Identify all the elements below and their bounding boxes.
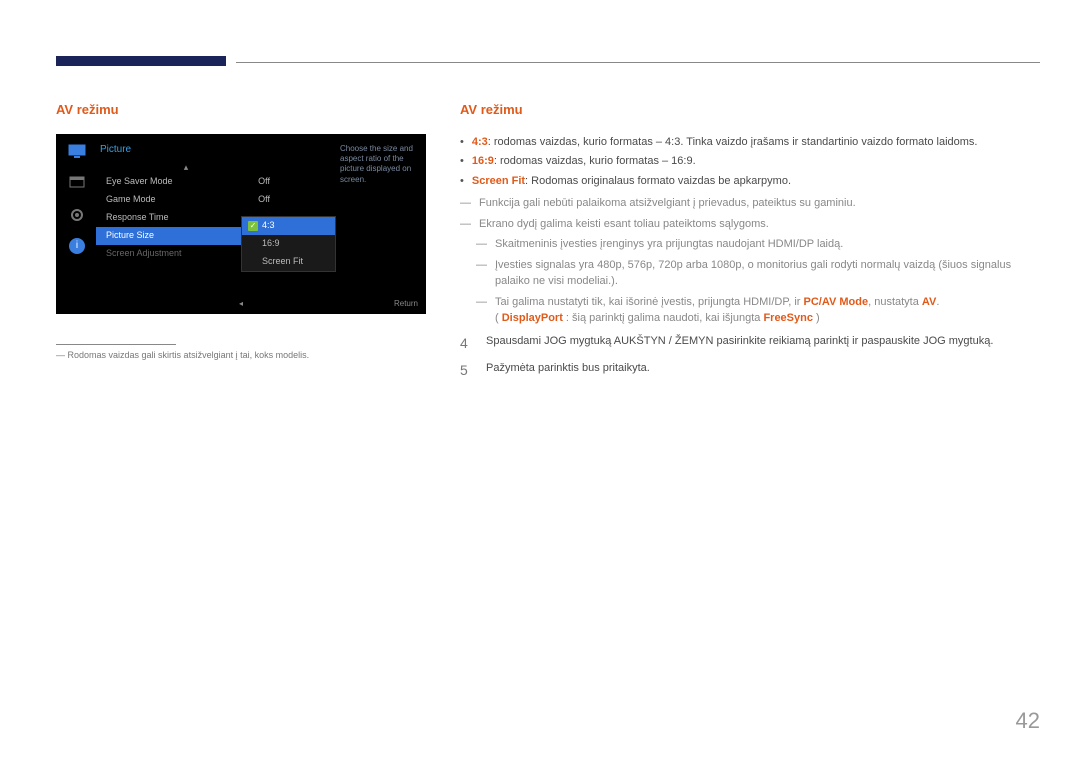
osd-sidebar: i bbox=[64, 142, 90, 306]
bullet-screenfit: • Screen Fit: Rodomas originalaus format… bbox=[460, 173, 1040, 190]
bullet-list: • 4:3: rodomas vaizdas, kurio formatas –… bbox=[460, 134, 1040, 190]
bullet-lead: Screen Fit bbox=[472, 175, 525, 187]
osd-item-label: Picture Size bbox=[106, 229, 154, 243]
bullet-text: 16:9: rodomas vaizdas, kurio formatas – … bbox=[472, 153, 696, 170]
bullet-rest: : rodomas vaizdas, kurio formatas – 16:9… bbox=[494, 155, 696, 167]
t: DisplayPort bbox=[502, 312, 563, 324]
osd-item-eye-saver: Eye Saver Mode Off bbox=[96, 173, 276, 191]
header-rule bbox=[236, 62, 1040, 63]
osd-sub-label: Screen Fit bbox=[262, 255, 303, 269]
up-arrow-icon: ▴ bbox=[96, 161, 276, 173]
left-column: AV režimu i Picture ▴ Eye Saver Mode Off bbox=[56, 100, 436, 362]
osd-return: Return bbox=[394, 298, 418, 310]
osd-sub-label: 4:3 bbox=[262, 219, 275, 233]
note-1: ― Funkcija gali nebūti palaikoma atsižve… bbox=[460, 195, 1040, 212]
osd-sub-item-43: ✓ 4:3 bbox=[242, 217, 335, 235]
header-accent-bar bbox=[56, 56, 226, 66]
bullet-text: 4:3: rodomas vaizdas, kurio formatas – 4… bbox=[472, 134, 978, 151]
check-icon: ✓ bbox=[248, 221, 258, 231]
right-title: AV režimu bbox=[460, 100, 1040, 120]
osd-heading: Picture bbox=[96, 142, 276, 157]
step-5: 5 Pažymėta parinktis bus pritaikyta. bbox=[460, 360, 1040, 381]
osd-sub-label: 16:9 bbox=[262, 237, 280, 251]
dash-icon: ― bbox=[476, 257, 487, 290]
osd-item-label: Response Time bbox=[106, 211, 169, 225]
t: Tai galima nustatyti tik, kai išorinė įv… bbox=[495, 296, 804, 308]
subnote-3: ― Tai galima nustatyti tik, kai išorinė … bbox=[476, 294, 1040, 327]
bullet-lead: 4:3 bbox=[472, 136, 488, 148]
bullet-icon: • bbox=[460, 173, 464, 190]
picture-tab-icon bbox=[67, 142, 87, 160]
bullet-43: • 4:3: rodomas vaizdas, kurio formatas –… bbox=[460, 134, 1040, 151]
step-text: Pažymėta parinktis bus pritaikyta. bbox=[486, 360, 650, 381]
info-tab-icon: i bbox=[69, 238, 85, 254]
osd-sub-item-169: 16:9 bbox=[242, 235, 335, 253]
bullet-169: • 16:9: rodomas vaizdas, kurio formatas … bbox=[460, 153, 1040, 170]
osd-sub-item-screenfit: Screen Fit bbox=[242, 253, 335, 271]
bullet-text: Screen Fit: Rodomas originalaus formato … bbox=[472, 173, 791, 190]
t: . bbox=[936, 296, 939, 308]
onscreen-tab-icon bbox=[67, 174, 87, 192]
t: , nustatyta bbox=[868, 296, 922, 308]
osd-item-label: Screen Adjustment bbox=[106, 247, 182, 261]
t: AV bbox=[922, 296, 936, 308]
subnote-text: Įvesties signalas yra 480p, 576p, 720p a… bbox=[495, 257, 1040, 290]
note-text: Ekrano dydį galima keisti esant toliau p… bbox=[479, 216, 769, 233]
footnote-text: Rodomas vaizdas gali skirtis atsižvelgia… bbox=[68, 350, 310, 360]
t: ( bbox=[495, 312, 502, 324]
note-text: Funkcija gali nebūti palaikoma atsižvelg… bbox=[479, 195, 856, 212]
system-tab-icon bbox=[67, 206, 87, 224]
nav-left-icon: ◂ bbox=[239, 298, 243, 310]
subnote-1: ― Skaitmeninis įvesties įrenginys yra pr… bbox=[476, 236, 1040, 253]
step-text: Spausdami JOG mygtuką AUKŠTYN / ŽEMYN pa… bbox=[486, 333, 993, 354]
step-number: 5 bbox=[460, 360, 474, 381]
footnote: ― Rodomas vaizdas gali skirtis atsižvelg… bbox=[56, 349, 436, 363]
right-column: AV režimu • 4:3: rodomas vaizdas, kurio … bbox=[460, 100, 1040, 387]
dash-icon: ― bbox=[460, 216, 471, 233]
osd-item-value: Off bbox=[258, 175, 270, 189]
step-number: 4 bbox=[460, 333, 474, 354]
subnote-text: Skaitmeninis įvesties įrenginys yra prij… bbox=[495, 236, 843, 253]
osd-desc: Choose the size and aspect ratio of the … bbox=[340, 144, 420, 186]
dash-icon: ― bbox=[476, 236, 487, 253]
bullet-icon: • bbox=[460, 153, 464, 170]
bullet-rest: : Rodomas originalaus formato vaizdas be… bbox=[525, 175, 791, 187]
note-2: ― Ekrano dydį galima keisti esant toliau… bbox=[460, 216, 1040, 233]
osd-item-label: Eye Saver Mode bbox=[106, 175, 173, 189]
osd-item-value: Off bbox=[258, 193, 270, 207]
osd-submenu: ✓ 4:3 16:9 Screen Fit bbox=[241, 216, 336, 272]
step-4: 4 Spausdami JOG mygtuką AUKŠTYN / ŽEMYN … bbox=[460, 333, 1040, 354]
page-number: 42 bbox=[1016, 704, 1040, 737]
subnote-text: Tai galima nustatyti tik, kai išorinė įv… bbox=[495, 294, 939, 327]
bullet-rest: : rodomas vaizdas, kurio formatas – 4:3.… bbox=[488, 136, 978, 148]
subnote-2: ― Įvesties signalas yra 480p, 576p, 720p… bbox=[476, 257, 1040, 290]
dash-icon: ― bbox=[460, 195, 471, 212]
bullet-icon: • bbox=[460, 134, 464, 151]
bullet-lead: 16:9 bbox=[472, 155, 494, 167]
t: PC/AV Mode bbox=[804, 296, 869, 308]
footnote-rule bbox=[56, 344, 176, 345]
osd-screenshot: i Picture ▴ Eye Saver Mode Off Game Mode… bbox=[56, 134, 426, 314]
osd-item-game-mode: Game Mode Off bbox=[96, 191, 276, 209]
t: ) bbox=[813, 312, 820, 324]
osd-item-label: Game Mode bbox=[106, 193, 156, 207]
t: : šią parinktį galima naudoti, kai išjun… bbox=[563, 312, 764, 324]
dash-icon: ― bbox=[476, 294, 487, 327]
left-title: AV režimu bbox=[56, 100, 436, 120]
t: FreeSync bbox=[763, 312, 813, 324]
